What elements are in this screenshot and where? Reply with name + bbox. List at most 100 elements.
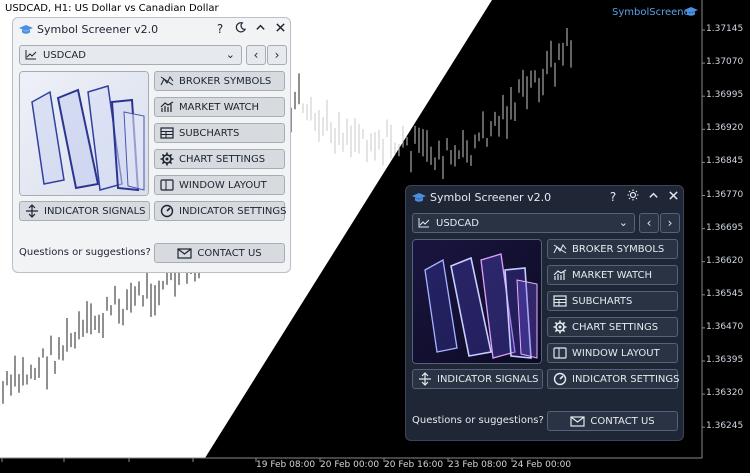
chart-settings-button[interactable]: CHART SETTINGS — [154, 149, 285, 169]
arrows-vertical-icon — [26, 204, 38, 218]
price-label: 1.36695 — [706, 222, 744, 233]
subcharts-button[interactable]: SUBCHARTS — [547, 291, 678, 311]
symbol-value: USDCAD — [436, 217, 479, 229]
close-icon — [668, 191, 678, 200]
help-button[interactable]: ? — [212, 21, 228, 37]
indicator-signals-label: INDICATOR SIGNALS — [437, 373, 539, 385]
gauge-icon — [553, 372, 567, 386]
minimize-button[interactable] — [645, 189, 661, 205]
close-button[interactable] — [665, 189, 681, 205]
price-label: 1.36620 — [706, 255, 744, 266]
window-layout-label: WINDOW LAYOUT — [179, 179, 267, 191]
indicator-signals-button[interactable]: INDICATOR SIGNALS — [412, 369, 543, 389]
market-watch-button[interactable]: MARKET WATCH — [547, 265, 678, 285]
light-mode-button[interactable] — [625, 189, 641, 205]
broker-symbols-label: BROKER SYMBOLS — [572, 243, 665, 255]
contact-us-label: CONTACT US — [197, 247, 262, 259]
chevron-down-icon: ⌄ — [618, 216, 628, 229]
bar-chart-icon — [553, 269, 567, 280]
chart-settings-label: CHART SETTINGS — [572, 321, 659, 333]
help-button[interactable]: ? — [605, 189, 621, 205]
indicator-signals-button[interactable]: INDICATOR SIGNALS — [19, 201, 150, 221]
dark-mode-button[interactable] — [232, 21, 248, 37]
contact-us-button[interactable]: CONTACT US — [154, 243, 285, 263]
brand-label: SymbolScreener — [612, 7, 694, 18]
arrows-vertical-icon — [419, 372, 431, 386]
next-symbol-button[interactable]: › — [267, 45, 287, 65]
price-label: 1.36995 — [706, 90, 744, 101]
envelope-icon — [570, 415, 585, 427]
price-label: 1.36920 — [706, 123, 744, 134]
subcharts-label: SUBCHARTS — [179, 127, 240, 139]
chart-title: USDCAD, H1: US Dollar vs Canadian Dollar — [5, 3, 219, 14]
line-chart-icon — [25, 50, 37, 60]
price-label: 1.37070 — [706, 57, 744, 68]
indicator-signals-label: INDICATOR SIGNALS — [44, 205, 146, 217]
panel-title: Symbol Screener v2.0 — [37, 23, 159, 36]
graduation-cap-icon — [19, 25, 33, 34]
trend-icon — [160, 76, 174, 86]
indicator-settings-label: INDICATOR SETTINGS — [179, 205, 287, 217]
trend-icon — [553, 244, 567, 254]
graduation-cap-icon — [412, 193, 426, 202]
questions-text: Questions or suggestions? — [412, 415, 544, 426]
bar-chart-icon — [160, 101, 174, 112]
contact-us-button[interactable]: CONTACT US — [547, 411, 678, 431]
date-label: 20 Feb 00:00 — [320, 460, 380, 470]
window-layout-button[interactable]: WINDOW LAYOUT — [154, 175, 285, 195]
broker-symbols-button[interactable]: BROKER SYMBOLS — [547, 239, 678, 259]
gear-icon — [160, 152, 174, 166]
broker-symbols-button[interactable]: BROKER SYMBOLS — [154, 71, 285, 91]
subcharts-button[interactable]: SUBCHARTS — [154, 123, 285, 143]
price-label: 1.37145 — [706, 24, 744, 34]
indicator-settings-button[interactable]: INDICATOR SETTINGS — [154, 201, 287, 221]
gauge-icon — [160, 204, 174, 218]
date-label: 20 Feb 16:00 — [384, 460, 444, 470]
price-label: 1.36395 — [706, 355, 744, 365]
symbol-value: USDCAD — [43, 49, 86, 61]
date-label: 23 Feb 08:00 — [448, 460, 508, 470]
line-chart-icon — [418, 218, 430, 228]
prev-symbol-button[interactable]: ‹ — [639, 213, 659, 233]
chart-settings-label: CHART SETTINGS — [179, 153, 266, 165]
close-icon — [275, 23, 285, 32]
date-label: 18 Feb 00:00 — [129, 460, 189, 470]
indicator-settings-button[interactable]: INDICATOR SETTINGS — [547, 369, 679, 389]
price-label: 1.36245 — [706, 421, 744, 432]
date-label: 18 Feb 16:00 — [193, 460, 253, 470]
market-watch-button[interactable]: MARKET WATCH — [154, 97, 285, 117]
chevron-up-icon — [648, 192, 658, 198]
broker-symbols-label: BROKER SYMBOLS — [179, 75, 272, 87]
market-watch-label: MARKET WATCH — [572, 269, 653, 281]
date-label: 24 Feb 00:00 — [512, 460, 572, 470]
close-button[interactable] — [272, 21, 288, 37]
price-label: 1.36320 — [706, 388, 744, 399]
window-layout-label: WINDOW LAYOUT — [572, 347, 660, 359]
screener-panel-dark[interactable]: Symbol Screener v2.0 ? USDCAD ⌄ ‹ › BROK… — [405, 185, 684, 441]
panel-title: Symbol Screener v2.0 — [430, 191, 552, 204]
symbol-select[interactable]: USDCAD ⌄ — [412, 213, 635, 233]
window-layout-button[interactable]: WINDOW LAYOUT — [547, 343, 678, 363]
screener-panel-light[interactable]: Symbol Screener v2.0 ? USDCAD ⌄ ‹ › BROK… — [12, 17, 291, 273]
gear-icon — [553, 320, 567, 334]
chevron-down-icon: ⌄ — [225, 48, 235, 61]
next-symbol-button[interactable]: › — [660, 213, 680, 233]
date-label: 17 Feb 08:00 — [64, 460, 124, 470]
window-icon — [160, 179, 174, 191]
questions-text: Questions or suggestions? — [19, 247, 151, 258]
moon-icon — [235, 22, 246, 33]
envelope-icon — [177, 247, 192, 259]
chevron-up-icon — [255, 24, 265, 30]
sun-icon — [627, 189, 639, 201]
date-label: 19 Feb 08:00 — [256, 460, 316, 470]
price-label: 1.36545 — [706, 288, 744, 299]
chart-window[interactable]: USDCAD, H1: US Dollar vs Canadian Dollar… — [0, 0, 750, 473]
window-icon — [553, 347, 567, 359]
subcharts-label: SUBCHARTS — [572, 295, 633, 307]
prev-symbol-button[interactable]: ‹ — [246, 45, 266, 65]
price-label: 1.36470 — [706, 321, 744, 332]
chart-settings-button[interactable]: CHART SETTINGS — [547, 317, 678, 337]
price-label: 1.36845 — [706, 156, 744, 167]
minimize-button[interactable] — [252, 21, 268, 37]
symbol-select[interactable]: USDCAD ⌄ — [19, 45, 242, 65]
